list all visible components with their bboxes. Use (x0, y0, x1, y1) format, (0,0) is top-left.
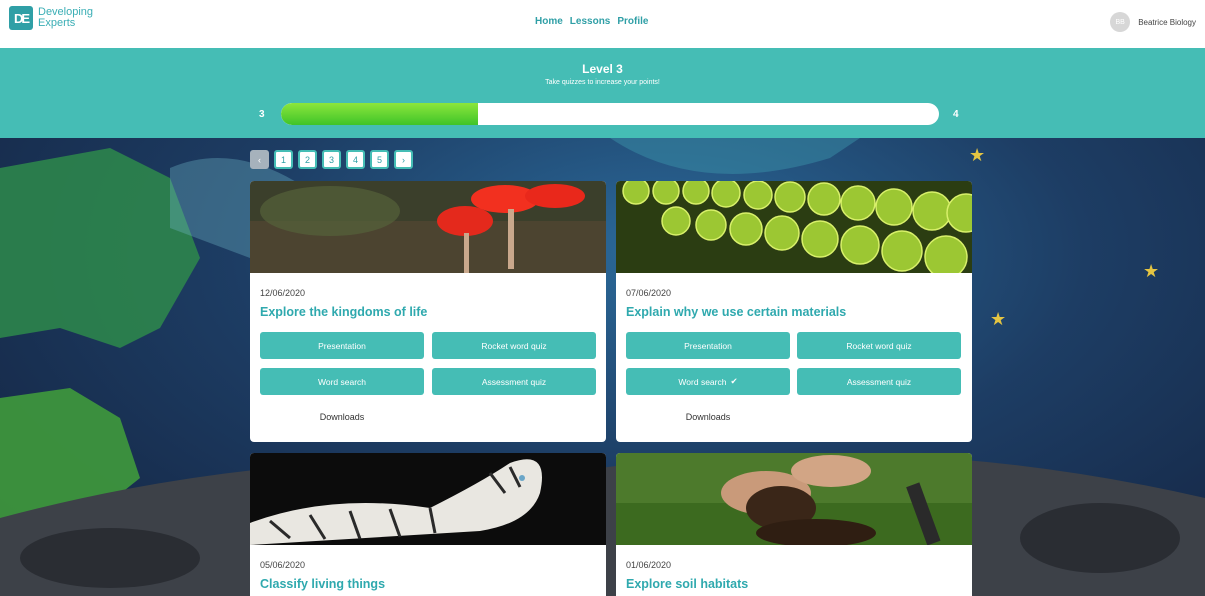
level-subtitle: Take quizzes to increase your points! (545, 79, 660, 86)
logo-mark-icon: DE (9, 6, 33, 30)
assessment-quiz-button[interactable]: Assessment quiz (432, 368, 596, 395)
rocket-word-quiz-button[interactable]: Rocket word quiz (797, 332, 961, 359)
word-search-label: Word search (678, 376, 727, 387)
next-level-number: 4 (953, 109, 959, 120)
lesson-card: 12/06/2020 Explore the kingdoms of life … (250, 181, 606, 442)
star-icon: ★ (969, 145, 986, 165)
downloads-link[interactable]: Downloads (260, 412, 424, 422)
page-1-button[interactable]: 1 (274, 150, 293, 169)
level-title: Level 3 (582, 62, 623, 76)
word-search-button[interactable]: Word search ✔ (626, 368, 790, 395)
page-2-button[interactable]: 2 (298, 150, 317, 169)
next-page-button[interactable]: › (394, 150, 413, 169)
lesson-image-white-tiger (250, 453, 606, 545)
rocket-word-quiz-button[interactable]: Rocket word quiz (432, 332, 596, 359)
level-progress-bar (281, 103, 939, 125)
star-icon: ★ (1143, 261, 1160, 281)
lesson-date: 12/06/2020 (260, 288, 306, 298)
current-level-number: 3 (259, 109, 265, 120)
developing-experts-logo[interactable]: DE Developing Experts (9, 6, 93, 30)
page-4-button[interactable]: 4 (346, 150, 365, 169)
presentation-button[interactable]: Presentation (260, 332, 424, 359)
avatar: BB (1110, 12, 1131, 32)
star-icon: ★ (990, 309, 1007, 329)
previous-page-button[interactable]: ‹ (250, 150, 269, 169)
lesson-card: 07/06/2020 Explain why we use certain ma… (616, 181, 972, 442)
page-5-button[interactable]: 5 (370, 150, 389, 169)
pagination: ‹ 1 2 3 4 5 › (250, 150, 413, 169)
logo-line-2: Experts (38, 17, 76, 29)
downloads-link[interactable]: Downloads (626, 412, 790, 422)
lesson-title[interactable]: Explain why we use certain materials (626, 305, 846, 319)
page-3-button[interactable]: 3 (322, 150, 341, 169)
lesson-title[interactable]: Classify living things (260, 577, 385, 591)
lesson-card: 05/06/2020 Classify living things (250, 453, 606, 596)
top-navbar: DE Developing Experts Home Lessons Profi… (0, 0, 1205, 48)
main-nav: Home Lessons Profile (535, 16, 649, 27)
lesson-image-green-bottles (616, 181, 972, 273)
lesson-image-soil-hands (616, 453, 972, 545)
nav-lessons[interactable]: Lessons (570, 16, 611, 27)
checkmark-icon: ✔ (730, 376, 738, 386)
word-search-button[interactable]: Word search (260, 368, 424, 395)
username: Beatrice Biology (1138, 17, 1196, 27)
nav-home[interactable]: Home (535, 16, 563, 27)
level-progress-banner: Level 3 Take quizzes to increase your po… (0, 48, 1205, 138)
nav-profile[interactable]: Profile (617, 16, 648, 27)
lesson-card: 01/06/2020 Explore soil habitats (616, 453, 972, 596)
lesson-title[interactable]: Explore soil habitats (626, 577, 748, 591)
assessment-quiz-button[interactable]: Assessment quiz (797, 368, 961, 395)
lesson-image-red-fungi (250, 181, 606, 273)
lesson-date: 07/06/2020 (626, 288, 672, 298)
lesson-title[interactable]: Explore the kingdoms of life (260, 305, 427, 319)
logo-text: Developing Experts (38, 7, 93, 29)
lesson-date: 01/06/2020 (626, 560, 672, 570)
level-progress-fill (281, 103, 479, 125)
user-menu[interactable]: BB Beatrice Biology (1110, 12, 1196, 32)
lesson-date: 05/06/2020 (260, 560, 306, 570)
presentation-button[interactable]: Presentation (626, 332, 790, 359)
